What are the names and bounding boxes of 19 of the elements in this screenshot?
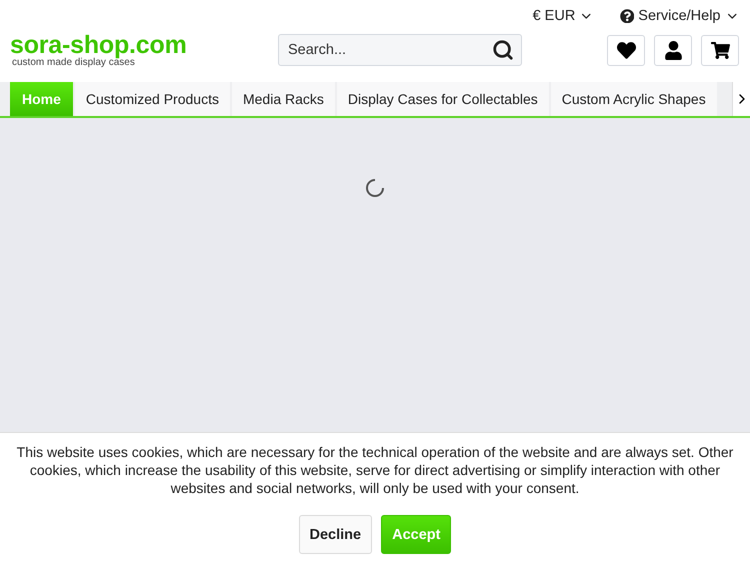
wishlist-button[interactable] [607,34,645,66]
loading-spinner-icon [365,178,385,198]
search-icon[interactable] [492,39,514,61]
nav-tab[interactable]: Customized Products [74,82,230,116]
user-icon [664,40,682,60]
help-icon [620,8,634,24]
cart-icon [710,40,730,60]
nav-tab[interactable]: Media Racks [232,82,335,116]
search-field[interactable]: Search... [278,34,522,66]
account-button[interactable] [654,34,692,66]
nav-tab[interactable]: Custom Acrylic Shapes [550,82,717,116]
nav-tab[interactable]: Display Cases for Collectables [336,82,549,116]
cart-button[interactable] [701,34,739,66]
scroll-right-button[interactable] [732,82,750,116]
service-help-menu[interactable]: Service/Help [620,8,739,24]
decline-button[interactable]: Decline [298,515,372,554]
cookie-notice-text: This website uses cookies, which are necessary for the technical operation of the website and are always set. Other cookies, which increase the usability of this website, serve for direct advertising or simplify interaction with other websites and social networks, will only be used with your consent. [16,443,734,497]
heart-icon [616,40,636,60]
currency-selector[interactable]: € EUR [532,8,594,24]
